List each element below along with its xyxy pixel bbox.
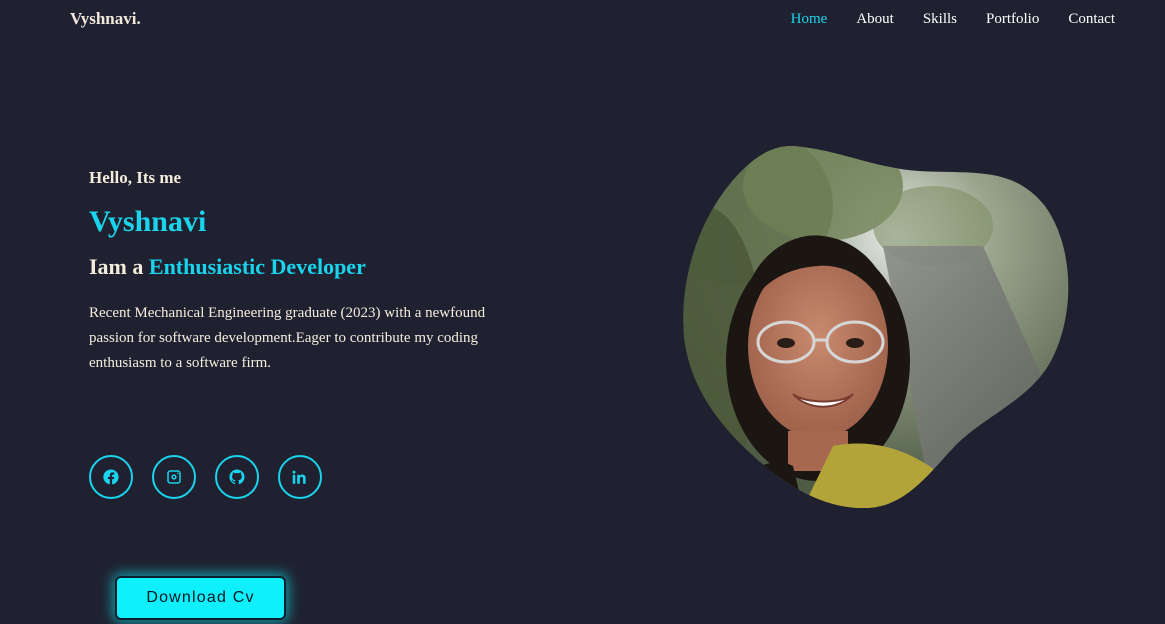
profile-photo-blob bbox=[683, 146, 1069, 508]
nav-portfolio[interactable]: Portfolio bbox=[986, 11, 1039, 28]
nav-about[interactable]: About bbox=[856, 11, 894, 28]
hero-name: Vyshnavi bbox=[89, 205, 207, 238]
linkedin-icon bbox=[292, 470, 306, 484]
facebook-link[interactable] bbox=[89, 455, 133, 499]
nav-home[interactable]: Home bbox=[791, 11, 828, 28]
linkedin-link[interactable] bbox=[278, 455, 322, 499]
greeting: Hello, Its me bbox=[89, 168, 182, 187]
facebook-icon bbox=[103, 469, 119, 485]
instagram-link[interactable] bbox=[152, 455, 196, 499]
hero-section: Hello, Its me Vyshnavi Iam a Enthusiasti… bbox=[89, 168, 529, 376]
github-icon bbox=[229, 469, 245, 485]
site-header: Vyshnavi. Home About Skills Portfolio Co… bbox=[0, 0, 1165, 40]
social-links bbox=[89, 455, 322, 499]
hero-description: Recent Mechanical Engineering graduate (… bbox=[89, 305, 486, 371]
main-nav: Home About Skills Portfolio Contact bbox=[791, 11, 1115, 28]
hero-role: Iam a Enthusiastic Developer bbox=[89, 253, 529, 281]
github-link[interactable] bbox=[215, 455, 259, 499]
nav-contact[interactable]: Contact bbox=[1068, 11, 1115, 28]
role-prefix: Iam a bbox=[89, 254, 144, 279]
logo[interactable]: Vyshnavi. bbox=[70, 9, 141, 29]
portfolio-page: Vyshnavi. Home About Skills Portfolio Co… bbox=[0, 0, 1165, 624]
nav-skills[interactable]: Skills bbox=[923, 11, 957, 28]
role-highlight: Enthusiastic Developer bbox=[148, 254, 366, 279]
download-cv-button[interactable]: Download Cv bbox=[115, 576, 286, 620]
profile-photo bbox=[683, 146, 1073, 508]
instagram-icon bbox=[167, 470, 181, 484]
